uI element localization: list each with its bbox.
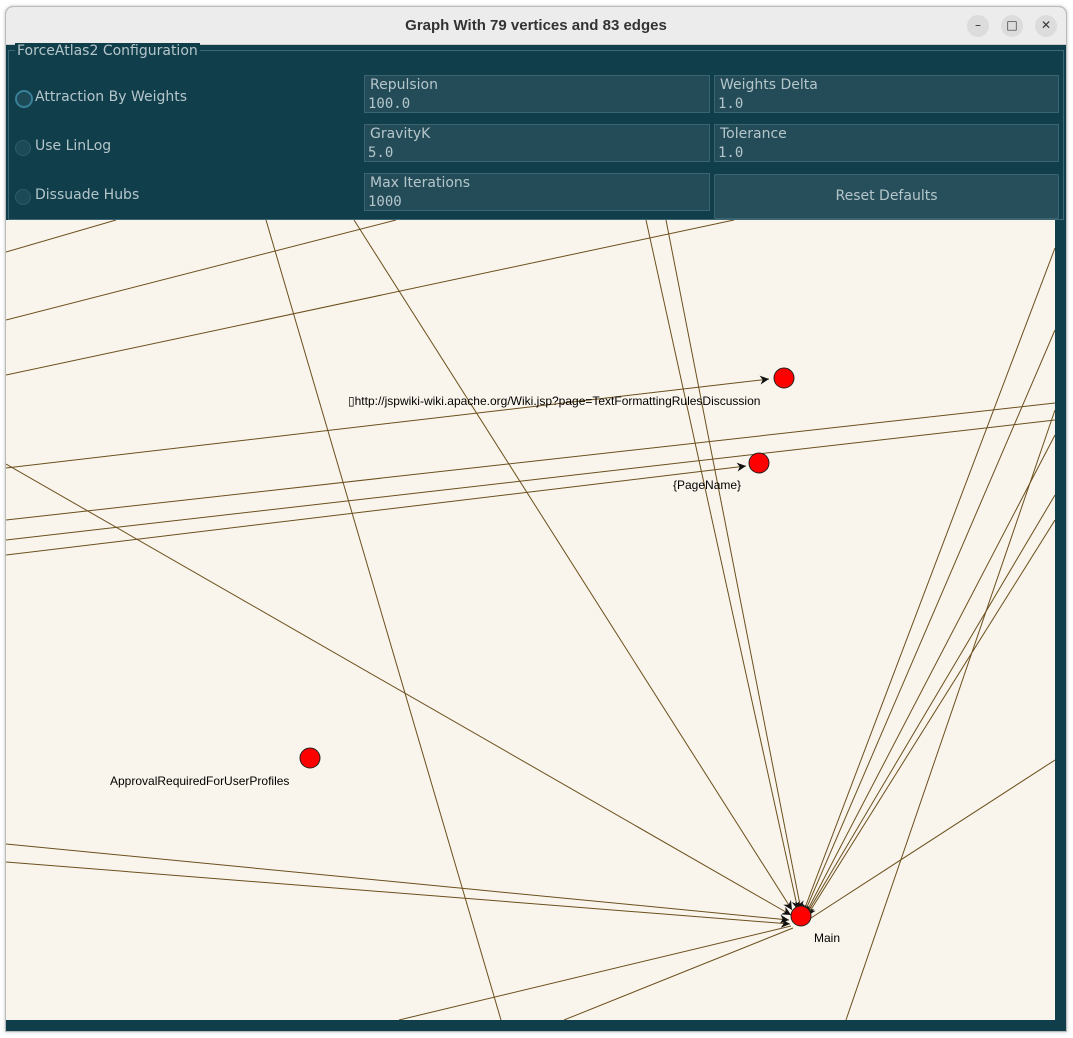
graph-edge — [6, 419, 1055, 541]
gravityk-label: GravityK — [370, 126, 431, 142]
graph-edge — [6, 843, 790, 924]
graph-edge — [398, 925, 792, 1020]
graph-edge — [6, 220, 735, 376]
node-label-approval: ApprovalRequiredForUserProfiles — [110, 774, 290, 788]
graph-edge — [805, 494, 1055, 916]
attraction-by-weights-label: Attraction By Weights — [35, 89, 188, 105]
graph-edge — [6, 463, 792, 916]
graph-edge — [645, 220, 801, 911]
tolerance-label: Tolerance — [720, 126, 787, 142]
weights-delta-field: Weights Delta — [714, 75, 1059, 113]
maximize-button[interactable]: □ — [1001, 15, 1023, 37]
graph-node-discussion[interactable] — [773, 367, 795, 389]
graph-edge — [6, 375, 770, 469]
graph-edge — [6, 402, 1055, 521]
tolerance-input[interactable] — [718, 145, 1027, 161]
attraction-by-weights-radio[interactable] — [15, 90, 33, 108]
repulsion-field: Repulsion — [364, 75, 710, 113]
minimize-button[interactable]: – — [967, 15, 989, 37]
dissuade-hubs-label: Dissuade Hubs — [35, 187, 140, 203]
graph-edge — [6, 462, 747, 556]
graph-edge — [845, 409, 1055, 1020]
node-label-main: Main — [814, 931, 841, 945]
reset-defaults-button[interactable]: Reset Defaults — [714, 174, 1059, 219]
graph-edge — [665, 220, 804, 911]
edges — [6, 220, 1055, 1020]
close-icon: ✕ — [1040, 18, 1052, 32]
tolerance-field: Tolerance — [714, 124, 1059, 162]
graph-edge — [6, 220, 117, 253]
graph-node-main[interactable] — [790, 905, 812, 927]
graph-edge — [810, 759, 1055, 919]
graph-edge — [563, 927, 794, 1020]
maximize-icon: □ — [1006, 18, 1018, 32]
graph-edge — [265, 220, 502, 1020]
horizontal-scroll-area[interactable] — [6, 1020, 1066, 1031]
dissuade-hubs-radio[interactable] — [15, 189, 31, 205]
max-iterations-label: Max Iterations — [370, 175, 471, 191]
graph-edge — [806, 519, 1055, 917]
graph-edge — [353, 220, 793, 911]
graph-edge — [803, 329, 1055, 915]
graph-svg[interactable] — [6, 220, 1055, 1020]
title-bar[interactable]: Graph With 79 vertices and 83 edges – □ … — [6, 7, 1066, 45]
repulsion-input[interactable] — [368, 96, 678, 112]
weights-delta-label: Weights Delta — [720, 77, 818, 93]
close-button[interactable]: ✕ — [1035, 15, 1057, 37]
graph-edge — [6, 861, 791, 928]
weights-delta-input[interactable] — [718, 96, 1027, 112]
forceatlas2-config-panel: ForceAtlas2 Configuration Attraction By … — [8, 43, 1064, 220]
use-linlog-label: Use LinLog — [35, 138, 112, 154]
node-label-pagename: {PageName} — [673, 478, 742, 492]
graph-edge — [804, 434, 1055, 916]
graph-canvas[interactable]: ▯http://jspwiki-wiki.apache.org/Wiki.jsp… — [6, 220, 1055, 1020]
config-legend: ForceAtlas2 Configuration — [15, 43, 200, 59]
node-label-discussion: ▯http://jspwiki-wiki.apache.org/Wiki.jsp… — [348, 394, 761, 408]
graph-node-pagename[interactable] — [748, 452, 770, 474]
app-window: Graph With 79 vertices and 83 edges – □ … — [5, 6, 1067, 1032]
gravityk-input[interactable] — [368, 145, 678, 161]
max-iterations-input[interactable] — [368, 194, 678, 210]
window-title: Graph With 79 vertices and 83 edges — [405, 17, 667, 34]
minimize-icon: – — [975, 18, 981, 32]
max-iterations-field: Max Iterations — [364, 173, 710, 211]
use-linlog-radio[interactable] — [15, 140, 31, 156]
graph-node-approval[interactable] — [299, 747, 321, 769]
repulsion-label: Repulsion — [370, 77, 438, 93]
gravityk-field: GravityK — [364, 124, 710, 162]
vertical-scroll-area[interactable] — [1055, 220, 1066, 1031]
nodes — [299, 367, 812, 927]
